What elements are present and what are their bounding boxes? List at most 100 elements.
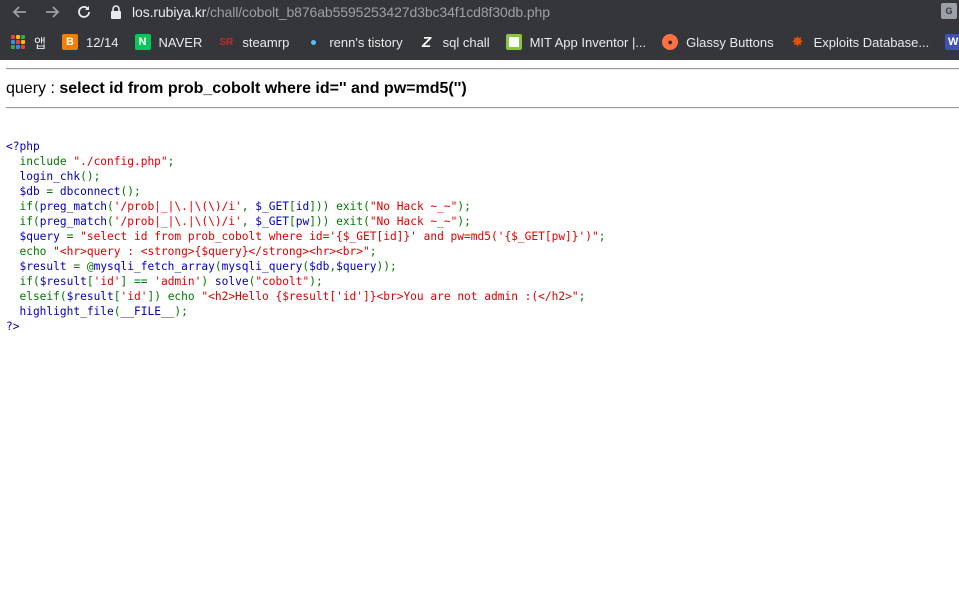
code-token: (	[214, 260, 222, 273]
code-token: ;	[167, 155, 175, 168]
code-token: elseif(	[6, 290, 67, 303]
code-line: echo "<hr>query : <strong>{$query}</stro…	[6, 244, 606, 259]
code-token: "No Hack ~_~"	[369, 200, 458, 213]
code-token: dbconnect	[59, 185, 121, 198]
bookmark-label: sql chall	[442, 34, 490, 50]
code-token: "<h2>Hello {$result['id']}<br>You are no…	[201, 290, 579, 303]
code-line: if($result['id'] == 'admin') solve("cobo…	[6, 274, 606, 289]
address-bar[interactable]: los.rubiya.kr/chall/cobolt_b876ab5595253…	[132, 4, 550, 20]
bookmark-steamrp[interactable]: SR steamrp	[218, 30, 289, 54]
code-token: $result	[6, 260, 74, 273]
query-prefix: query :	[6, 80, 60, 97]
code-token: <?php	[6, 140, 40, 153]
code-token: ;	[578, 290, 586, 303]
bookmark-naver[interactable]: N NAVER	[134, 30, 203, 54]
code-token: mysqli_query	[221, 260, 303, 273]
bottom-divider	[6, 107, 959, 109]
code-token: id	[295, 200, 310, 213]
code-token: $query	[6, 230, 67, 243]
bookmark-label: steamrp	[242, 34, 290, 50]
query-sql: select id from prob_cobolt where id='' a…	[59, 80, 467, 97]
bookmark-label: MIT App Inventor |...	[529, 34, 647, 50]
code-token: [	[86, 275, 94, 288]
code-token: $result	[66, 290, 114, 303]
code-token: $query	[336, 260, 377, 273]
code-line: highlight_file(__FILE__);	[6, 304, 606, 319]
code-line: $query = "select id from prob_cobolt whe…	[6, 229, 606, 244]
bookmark-label: Exploits Database...	[813, 34, 930, 50]
w-icon: W	[945, 34, 959, 50]
lock-icon[interactable]	[110, 0, 124, 24]
code-token: '/prob|_|\.|\(\)/i'	[113, 200, 242, 213]
code-token: preg_match	[39, 200, 108, 213]
code-token: $db	[309, 260, 330, 273]
code-token: $db	[6, 185, 47, 198]
code-token: ();	[120, 185, 141, 198]
code-token: 'admin'	[154, 275, 202, 288]
code-token: __FILE__	[120, 305, 175, 318]
code-token: [	[288, 215, 296, 228]
code-token: (	[107, 200, 114, 213]
bookmark-renns-tistory[interactable]: renn's tistory	[305, 30, 403, 54]
code-token: );	[309, 275, 323, 288]
bookmark-w[interactable]: W [W	[945, 30, 959, 54]
php-source-code: <?php include "./config.php"; login_chk(…	[6, 139, 606, 334]
naver-icon: N	[134, 34, 151, 50]
blogger-icon: B	[61, 34, 78, 50]
code-token: );	[174, 305, 188, 318]
page-content: query : select id from prob_cobolt where…	[0, 60, 959, 593]
bookmark-mit-app-inventor[interactable]: MIT App Inventor |...	[505, 30, 647, 54]
code-token: "No Hack ~_~"	[369, 215, 458, 228]
code-token: $_GET	[255, 215, 289, 228]
bookmark-apps[interactable]: 앱	[10, 30, 46, 54]
bookmark-sql-chall[interactable]: Z sql chall	[419, 30, 490, 54]
code-token: (	[107, 215, 114, 228]
code-token: preg_match	[39, 215, 108, 228]
code-token: '/prob|_|\.|\(\)/i'	[113, 215, 242, 228]
code-token: 'id'	[93, 275, 121, 288]
bookmark-label: NAVER	[158, 34, 203, 50]
code-token: if(	[6, 275, 40, 288]
code-token: "<hr>query : <strong>{$query}</strong><h…	[53, 245, 370, 258]
code-token: ])) exit(	[309, 200, 370, 213]
z-icon: Z	[422, 33, 432, 51]
bookmark-glassy-buttons[interactable]: ● Glassy Buttons	[662, 30, 774, 54]
code-token: );	[457, 200, 471, 213]
code-token: pw	[295, 215, 310, 228]
code-token: include	[6, 155, 74, 168]
app-inventor-icon	[505, 34, 522, 50]
code-line: elseif($result['id']) echo "<h2>Hello {$…	[6, 289, 606, 304]
code-line: ?>	[6, 319, 606, 334]
apps-grid-icon	[10, 34, 26, 50]
code-token: ();	[80, 170, 101, 183]
code-line: $result = @mysqli_fetch_array(mysqli_que…	[6, 259, 606, 274]
code-token: );	[457, 215, 471, 228]
code-token: ,	[241, 200, 256, 213]
code-token: ] ==	[120, 275, 155, 288]
bookmark-exploits-database[interactable]: ✸ Exploits Database...	[790, 30, 930, 54]
code-token: ;	[598, 230, 606, 243]
code-line: <?php	[6, 139, 606, 154]
code-token: "select id from prob_cobolt where id='{$…	[80, 230, 599, 243]
url-host: los.rubiya.kr	[132, 4, 207, 20]
bookmarks-bar: 앱 B 12/14 N NAVER SR steamrp renn's tist…	[0, 24, 959, 60]
code-token: mysqli_fetch_array	[93, 260, 215, 273]
code-line: $db = dbconnect();	[6, 184, 606, 199]
sr-icon: SR	[219, 36, 234, 48]
code-token: [	[113, 290, 121, 303]
url-path: /chall/cobolt_b876ab5595253427d3bc34f1cd…	[206, 4, 550, 20]
arrow-left-icon[interactable]	[8, 0, 32, 24]
code-token: if(	[6, 200, 40, 213]
code-token: = @	[73, 260, 94, 273]
code-token: $result	[39, 275, 87, 288]
code-token: ])) exit(	[309, 215, 370, 228]
code-token: 'id'	[120, 290, 148, 303]
code-token: ;	[369, 245, 377, 258]
query-output: query : select id from prob_cobolt where…	[6, 80, 467, 98]
code-token: highlight_file	[6, 305, 114, 318]
bookmark-blogger[interactable]: B 12/14	[61, 30, 119, 54]
reload-icon[interactable]	[72, 0, 96, 24]
translate-icon[interactable]: G	[941, 3, 957, 19]
code-token: =	[66, 230, 81, 243]
arrow-right-icon[interactable]	[40, 0, 64, 24]
